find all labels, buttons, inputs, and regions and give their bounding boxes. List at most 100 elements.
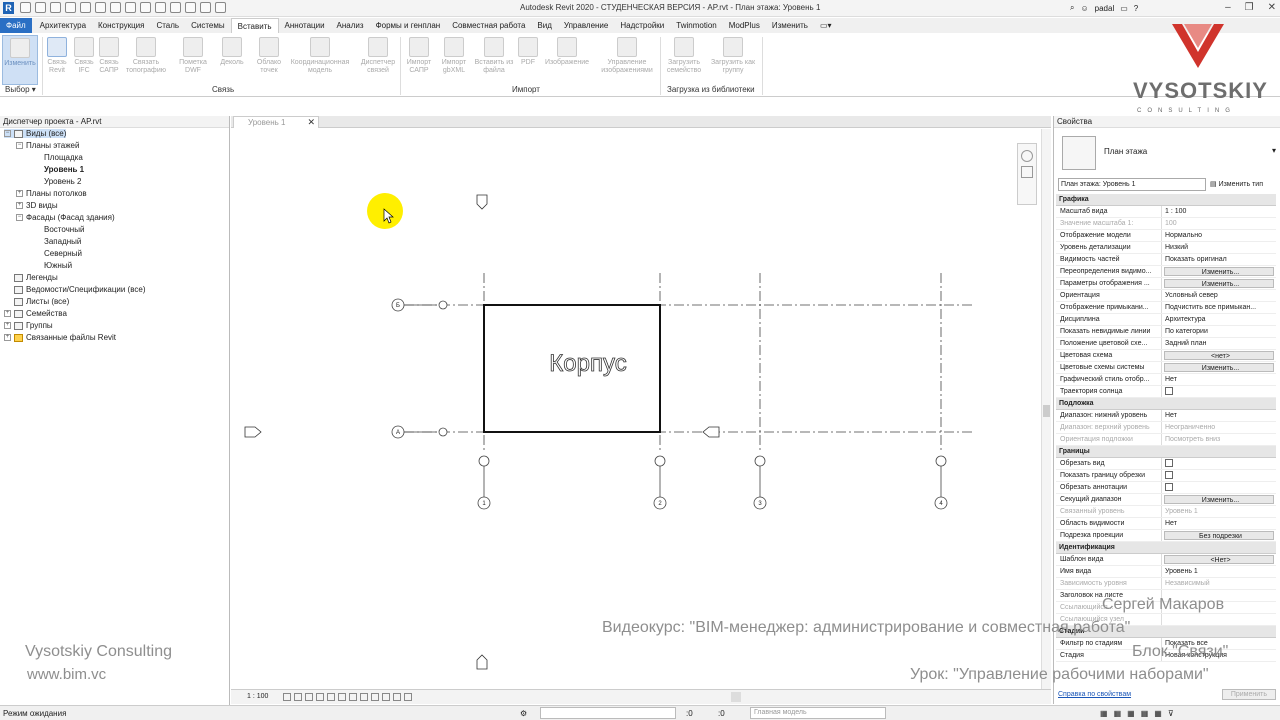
property-value[interactable]: Посмотреть вниз	[1162, 434, 1276, 445]
thin-lines-icon[interactable]	[185, 2, 196, 13]
property-value[interactable]: Нет	[1162, 518, 1276, 529]
horizontal-scroll-thumb[interactable]	[731, 692, 741, 702]
property-row[interactable]: Шаблон вида <Нет>	[1056, 554, 1276, 566]
property-value[interactable]: Показать оригинал	[1162, 254, 1276, 265]
property-row[interactable]: Положение цветовой схе... Задний план	[1056, 338, 1276, 350]
sync-icon[interactable]	[50, 2, 61, 13]
dimension-icon[interactable]	[125, 2, 136, 13]
switch-windows-icon[interactable]	[215, 2, 226, 13]
checkbox[interactable]	[1165, 459, 1173, 467]
import-cad-button[interactable]: Импорт САПР	[402, 35, 436, 85]
tree-item-schedules[interactable]: Ведомости/Спецификации (все)	[14, 285, 146, 294]
property-row[interactable]: Имя вида Уровень 1	[1056, 566, 1276, 578]
scroll-thumb[interactable]	[1043, 405, 1050, 417]
tab-addins[interactable]: Надстройки	[614, 18, 670, 33]
dwf-markup-button[interactable]: Пометка DWF	[175, 35, 211, 85]
property-value[interactable]: Независимый	[1162, 578, 1276, 589]
help-icon[interactable]: ?	[1134, 4, 1138, 13]
visual-style-icon[interactable]	[294, 693, 302, 701]
vertical-scrollbar[interactable]	[1041, 129, 1051, 689]
property-row[interactable]: Видимость частей Показать оригинал	[1056, 254, 1276, 266]
undo-icon[interactable]	[65, 2, 76, 13]
print-icon[interactable]	[95, 2, 106, 13]
tree-item-north[interactable]: Северный	[44, 249, 82, 258]
property-value[interactable]	[1162, 458, 1276, 469]
property-value[interactable]: По категории	[1162, 326, 1276, 337]
floor-plan-drawing[interactable]: Б А 1 2 3 4 Корпус	[231, 129, 1041, 689]
workset-icon[interactable]: ⚙	[520, 709, 527, 718]
tree-item-revit-links[interactable]: + Связанные файлы Revit	[4, 333, 116, 342]
property-value[interactable]: Условный север	[1162, 290, 1276, 301]
tab-file[interactable]: Файл	[0, 18, 32, 33]
property-edit-button[interactable]: Изменить...	[1164, 363, 1274, 372]
show-crop-icon[interactable]	[338, 693, 346, 701]
zoom-icon[interactable]	[1021, 166, 1033, 178]
property-section-header[interactable]: Графика	[1056, 194, 1276, 206]
ribbon-options-icon[interactable]: ▭▾	[814, 18, 838, 33]
property-section-header[interactable]: Подложка	[1056, 398, 1276, 410]
tree-item-west[interactable]: Западный	[44, 237, 81, 246]
property-row[interactable]: Цветовые схемы системы Изменить...	[1056, 362, 1276, 374]
group-select-label[interactable]: Выбор ▾	[5, 85, 36, 94]
tree-item-level-1[interactable]: Уровень 1	[44, 165, 84, 174]
minimize-button[interactable]: –	[1225, 2, 1231, 13]
property-value[interactable]	[1162, 482, 1276, 493]
maximize-button[interactable]: ❐	[1245, 2, 1254, 13]
property-value[interactable]: Нет	[1162, 374, 1276, 385]
tree-item-views-all[interactable]: − Виды (все)	[4, 129, 67, 138]
link-ifc-button[interactable]: Связь IFC	[71, 35, 97, 85]
property-row[interactable]: Показать невидимые линии По категории	[1056, 326, 1276, 338]
point-cloud-button[interactable]: Облако точек	[252, 35, 286, 85]
property-row[interactable]: Диапазон: нижний уровень Нет	[1056, 410, 1276, 422]
expand-icon[interactable]: +	[4, 322, 11, 329]
property-row[interactable]: Область видимости Нет	[1056, 518, 1276, 530]
tab-modplus[interactable]: ModPlus	[723, 18, 766, 33]
property-edit-button[interactable]: Изменить...	[1164, 495, 1274, 504]
view-tab-level-1[interactable]: Уровень 1 ✕	[233, 116, 319, 128]
import-gbxml-button[interactable]: Импорт gbXML	[437, 35, 471, 85]
load-as-group-button[interactable]: Загрузить как группу	[706, 35, 760, 85]
property-edit-button[interactable]: <Нет>	[1164, 555, 1274, 564]
tree-item-floor-plans[interactable]: − Планы этажей	[16, 141, 79, 150]
worksharing-display-icon[interactable]	[371, 693, 379, 701]
tree-item-east[interactable]: Восточный	[44, 225, 84, 234]
property-value[interactable]: Нормально	[1162, 230, 1276, 241]
shadows-icon[interactable]	[316, 693, 324, 701]
property-section-header[interactable]: Идентификация	[1056, 542, 1276, 554]
property-row[interactable]: Цветовая схема <нет>	[1056, 350, 1276, 362]
tab-manage[interactable]: Управление	[558, 18, 614, 33]
property-row[interactable]: Ориентация подложки Посмотреть вниз	[1056, 434, 1276, 446]
user-name[interactable]: padal	[1095, 4, 1115, 13]
tab-annotate[interactable]: Аннотации	[279, 18, 331, 33]
property-row[interactable]: Значение масштаба 1: 100	[1056, 218, 1276, 230]
tree-item-families[interactable]: + Семейства	[4, 309, 67, 318]
property-value[interactable]: Архитектура	[1162, 314, 1276, 325]
expand-icon[interactable]: +	[4, 334, 11, 341]
analytical-model-icon[interactable]	[382, 693, 390, 701]
property-row[interactable]: Отображение примыкани... Подчистить все п…	[1056, 302, 1276, 314]
manage-images-button[interactable]: Управление изображениями	[596, 35, 658, 85]
property-value[interactable]: Низкий	[1162, 242, 1276, 253]
property-value[interactable]	[1162, 386, 1276, 397]
select-by-face-icon[interactable]: ▦	[1141, 709, 1149, 718]
property-row[interactable]: Связанный уровень Уровень 1	[1056, 506, 1276, 518]
collapse-icon[interactable]: −	[16, 142, 23, 149]
tab-massing-site[interactable]: Формы и генплан	[370, 18, 447, 33]
property-edit-button[interactable]: <нет>	[1164, 351, 1274, 360]
search-icon[interactable]: ⌕	[1070, 3, 1074, 13]
tree-item-legends[interactable]: Легенды	[14, 273, 58, 282]
property-row[interactable]: Секущий диапазон Изменить...	[1056, 494, 1276, 506]
coordination-model-button[interactable]: Координационная модель	[286, 35, 354, 85]
tab-systems[interactable]: Системы	[185, 18, 231, 33]
tree-item-south[interactable]: Южный	[44, 261, 72, 270]
property-value[interactable]: 100	[1162, 218, 1276, 229]
tree-item-elevations[interactable]: − Фасады (Фасад здания)	[16, 213, 115, 222]
tab-view[interactable]: Вид	[531, 18, 557, 33]
tab-collaborate[interactable]: Совместная работа	[446, 18, 531, 33]
select-pinned-icon[interactable]: ▦	[1127, 709, 1135, 718]
measure-icon[interactable]	[110, 2, 121, 13]
property-value[interactable]: Уровень 1	[1162, 506, 1276, 517]
tree-item-site[interactable]: Площадка	[44, 153, 83, 162]
save-icon[interactable]	[35, 2, 46, 13]
link-revit-button[interactable]: Связь Revit	[44, 35, 70, 85]
